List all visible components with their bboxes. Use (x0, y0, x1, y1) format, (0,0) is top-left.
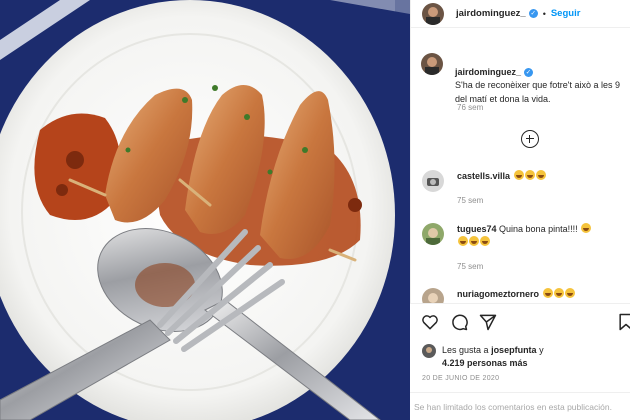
post-header: jairdominguez_ ✓ • Seguir (411, 0, 630, 28)
laughing-emoji-icon (535, 170, 546, 180)
author-avatar[interactable] (422, 2, 444, 25)
caption-username[interactable]: jairdominguez_ (455, 67, 521, 77)
comment-timestamp[interactable]: 75 sem (457, 196, 483, 205)
liker-username[interactable]: josepfunta (491, 345, 537, 355)
likes-summary: Les gusta a josepfunta y 4.219 personas … (422, 344, 544, 370)
share-icon[interactable] (478, 312, 498, 332)
squid-plate-image (0, 0, 410, 420)
author-username[interactable]: jairdominguez_ (456, 8, 526, 19)
follow-button[interactable]: Seguir (551, 8, 581, 19)
comment-timestamp[interactable]: 75 sem (457, 262, 483, 271)
likes-prefix: Les gusta a (442, 345, 489, 355)
caption-text: S'ha de reconèixer que fotre't això a le… (455, 80, 621, 104)
commenter-username[interactable]: castells.villa (457, 171, 510, 181)
separator-dot: • (542, 8, 546, 19)
laughing-emoji-icon (513, 170, 524, 180)
surprised-emoji-icon (553, 288, 564, 298)
bookmark-icon[interactable] (616, 312, 630, 332)
verified-badge-icon: ✓ (528, 9, 538, 18)
commenter-username[interactable]: nuriagomeztornero (457, 289, 539, 299)
caption-timestamp[interactable]: 76 sem (457, 103, 483, 112)
commenter-username[interactable]: tugues74 (457, 224, 497, 234)
laughing-emoji-icon (524, 170, 535, 180)
post-actions-section: Les gusta a josepfunta y 4.219 personas … (410, 303, 630, 420)
smile-emoji-icon (469, 236, 479, 246)
post-caption: jairdominguez_ ✓ S'ha de reconèixer que f… (421, 52, 630, 106)
verified-badge-icon: ✓ (524, 67, 534, 77)
commenter-avatar[interactable] (422, 223, 444, 245)
comment-item: castells.villa (422, 170, 617, 192)
comment-icon[interactable] (449, 312, 469, 332)
likes-count[interactable]: 4.219 personas más (442, 358, 528, 368)
surprised-emoji-icon (542, 288, 553, 298)
liker-avatar[interactable] (422, 344, 436, 358)
likes-and: y (539, 345, 544, 355)
comment-text: Quina bona pinta!!!! (499, 224, 578, 234)
post-date[interactable]: 20 DE JUNIO DE 2020 (422, 375, 499, 382)
comments-disabled-notice: Se han limitado los comentarios en esta … (410, 392, 630, 420)
commenter-avatar[interactable] (422, 170, 444, 192)
surprised-emoji-icon (564, 288, 575, 298)
load-more-comments-plus-icon[interactable] (521, 130, 539, 148)
post-photo[interactable] (0, 0, 410, 420)
smile-emoji-icon (458, 236, 468, 246)
heart-icon[interactable] (420, 312, 440, 332)
smile-emoji-icon (480, 236, 490, 246)
caption-author-avatar[interactable] (421, 53, 443, 75)
comment-item: tugues74 Quina bona pinta!!!! (422, 223, 617, 249)
smile-emoji-icon (581, 223, 592, 233)
